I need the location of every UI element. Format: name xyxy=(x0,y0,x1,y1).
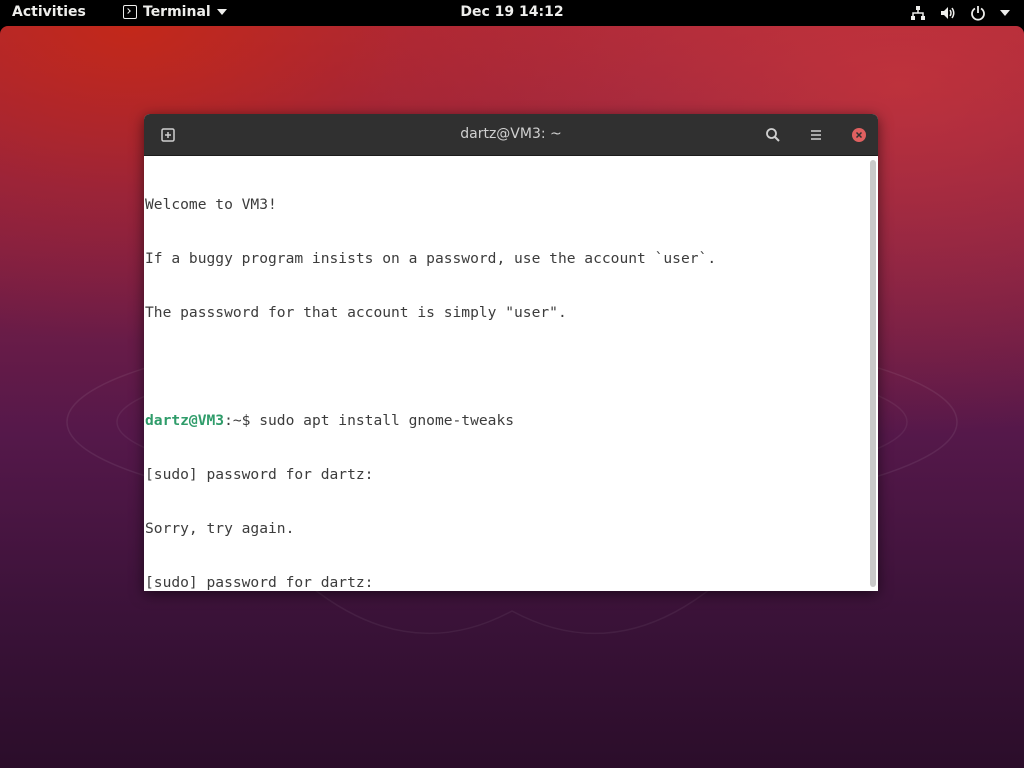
prompt-path: :~$ xyxy=(224,412,251,429)
search-icon xyxy=(766,128,780,142)
terminal-line: If a buggy program insists on a password… xyxy=(145,250,717,267)
close-icon xyxy=(852,128,866,142)
scrollbar[interactable] xyxy=(870,160,876,587)
terminal-content[interactable]: Welcome to VM3! If a buggy program insis… xyxy=(144,156,878,591)
terminal-output: Welcome to VM3! If a buggy program insis… xyxy=(145,160,716,628)
terminal-line: Sorry, try again. xyxy=(145,520,295,537)
terminal-line: [sudo] password for dartz: xyxy=(145,574,374,591)
chevron-down-icon xyxy=(1000,10,1010,16)
hamburger-menu-icon xyxy=(811,130,821,140)
top-bar: Activities Terminal Dec 19 14:12 xyxy=(0,0,1024,26)
prompt-user-host: dartz@VM3 xyxy=(145,412,225,429)
close-button[interactable] xyxy=(847,123,871,147)
power-icon xyxy=(971,6,985,21)
search-button[interactable] xyxy=(761,123,785,147)
network-icon xyxy=(911,6,925,20)
terminal-line: The passsword for that account is simply… xyxy=(145,304,567,321)
terminal-line: Welcome to VM3! xyxy=(145,196,277,213)
command-text: sudo apt install gnome-tweaks xyxy=(250,412,515,429)
volume-icon xyxy=(941,7,955,19)
system-status-area[interactable] xyxy=(910,5,1010,21)
clock[interactable]: Dec 19 14:12 xyxy=(0,4,1024,20)
prompt-line: dartz@VM3:~$ sudo apt install gnome-twea… xyxy=(145,412,716,430)
terminal-line: [sudo] password for dartz: xyxy=(145,466,374,483)
terminal-window[interactable]: dartz@VM3: ~ Welcome to VM3! If a buggy … xyxy=(144,114,878,591)
menu-button[interactable] xyxy=(804,123,828,147)
window-headerbar[interactable]: dartz@VM3: ~ xyxy=(144,114,878,156)
